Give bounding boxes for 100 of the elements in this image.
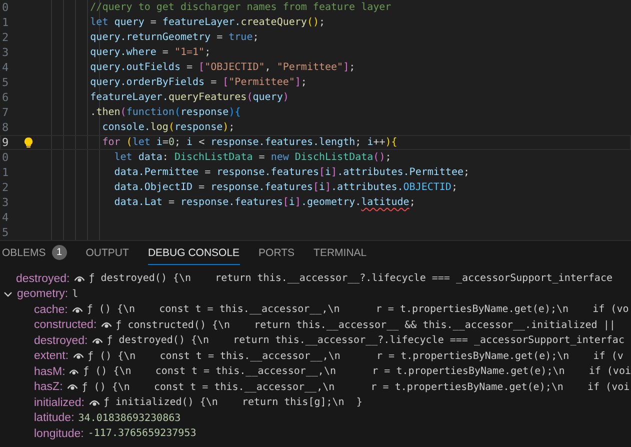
code-identifier: data.Permittee [113, 167, 199, 178]
eye-icon[interactable] [74, 274, 85, 283]
code-punctuation: ; [349, 62, 356, 73]
code-punctuation: = [167, 197, 176, 208]
code-punctuation: = [204, 167, 212, 178]
eye-icon[interactable] [92, 336, 103, 345]
line-number: 3 [2, 196, 10, 209]
code-identifier: query.orderByFields [89, 77, 205, 88]
line-number: 2 [2, 181, 10, 194]
code-punctuation: = [210, 77, 218, 88]
line-number: 1 [2, 16, 10, 29]
property-value: ƒ () {\n const t = this.__accessor__,\n r = t.propertiesByName.get(e);\n if (v [88, 350, 624, 362]
property-key: cache: [34, 304, 68, 316]
code-punctuation: < [198, 137, 206, 148]
code-punctuation: = [186, 62, 194, 73]
code-function: log [150, 122, 168, 133]
panel-tab[interactable]: OUTPUT [86, 241, 129, 265]
property-value: ƒ () {\n const t = this.__accessor__,\n r = t.propertiesByName.get(e);\n if (vo [86, 304, 629, 316]
panel-tab[interactable]: TERMINAL [314, 241, 367, 265]
code-identifier: response [180, 107, 229, 118]
code-bracket: ) [282, 92, 289, 103]
eye-icon[interactable] [66, 383, 78, 392]
code-keyword: true [228, 32, 253, 43]
code-bracket: [ [318, 167, 325, 178]
code-punctuation: ; [409, 197, 416, 208]
code-number: 0 [168, 137, 174, 148]
code-punctuation: ; [174, 137, 182, 148]
code-punctuation: . [89, 107, 96, 118]
code-bracket: ] [294, 77, 301, 88]
code-identifier: .attributes. [331, 182, 404, 193]
code-identifier: query.outFields [89, 62, 180, 73]
lightbulb-icon[interactable] [24, 137, 32, 148]
code-identifier: .geometry. [300, 197, 362, 208]
code-string: "1=1" [174, 47, 205, 58]
code-punctuation: ; [464, 167, 470, 178]
code-punctuation: = [216, 32, 224, 43]
property-value: ƒ () {\n const t = this.__accessor__,\n r = t.propertiesByName.get(e);\n if (voi [82, 382, 630, 393]
code-identifier: response.features.length [210, 137, 356, 148]
code-bracket: ( [246, 92, 253, 103]
code-bracket: [ [222, 77, 229, 88]
code-identifier: data.ObjectID [113, 182, 193, 193]
code-identifier: .attributes.Permittee [337, 167, 464, 178]
code-bracket: ( [168, 122, 174, 133]
property-key: latitude: [34, 412, 74, 424]
code-punctuation: = [198, 182, 206, 193]
property-key: destroyed: [34, 334, 88, 347]
code-punctuation: ; [204, 47, 211, 58]
property-key: longitude: [34, 428, 84, 440]
code-bracket: [ [198, 62, 205, 73]
code-identifier: featureLayer. [162, 17, 241, 28]
eye-icon[interactable] [88, 398, 100, 407]
line-number: 1 [2, 166, 10, 179]
property-key: hasZ: [34, 381, 63, 394]
panel-tab[interactable]: PORTS [258, 241, 295, 265]
code-editor[interactable] [0, 0, 631, 240]
eye-icon[interactable] [72, 306, 83, 314]
code-identifier: response [174, 122, 223, 133]
line-number: 2 [2, 31, 10, 44]
eye-icon[interactable] [100, 321, 112, 330]
code-identifier: query.where [89, 47, 156, 58]
panel-tab[interactable]: DEBUG CONSOLE [148, 241, 240, 265]
code-punctuation: = [161, 47, 170, 58]
code-punctuation: ++ [373, 137, 386, 148]
code-identifier: latitude [361, 197, 410, 208]
code-bracket: ( [120, 107, 126, 118]
code-function: queryFeatures [168, 92, 247, 103]
code-identifier: i [318, 182, 325, 193]
property-key: constructed: [34, 319, 97, 332]
line-number: 5 [2, 76, 10, 89]
property-value: 34.01838693230863 [78, 412, 181, 424]
code-identifier: response.features [216, 167, 319, 178]
code-punctuation: ; [451, 182, 458, 193]
code-identifier: i [367, 137, 374, 148]
eye-icon[interactable] [69, 368, 80, 376]
code-string: "OBJECTID" [204, 62, 265, 73]
code-bracket: ){ [228, 107, 241, 118]
code-punctuation: = [162, 137, 168, 148]
code-string: "Permittee" [228, 77, 295, 88]
code-keyword: new [270, 152, 289, 163]
code-identifier: i [186, 137, 193, 148]
code-identifier: i [325, 167, 332, 178]
eye-icon[interactable] [72, 352, 84, 360]
code-identifier: i [288, 197, 295, 208]
code-identifier: query.returnGeometry [89, 32, 211, 43]
chevron-icon[interactable] [3, 289, 13, 300]
panel-tab[interactable]: OBLEMS 1 [2, 241, 67, 265]
line-number: 5 [2, 226, 10, 239]
code-bracket: ( [174, 107, 181, 118]
code-bracket: ] [331, 167, 338, 178]
property-value: l [72, 288, 78, 300]
code-keyword: let [89, 17, 108, 28]
code-identifier: i [155, 137, 162, 148]
property-value: ƒ () {\n const t = this.__accessor__,\n r = t.propertiesByName.get(e);\n if (voi [83, 366, 631, 378]
code-constant: OBJECTID [403, 182, 452, 193]
property-key: hasM: [34, 366, 66, 378]
code-type: DischListData [294, 152, 374, 163]
code-punctuation: , [264, 62, 272, 73]
code-bracket: [ [282, 197, 289, 208]
code-punctuation: ; [318, 17, 326, 28]
code-string: "Permittee" [276, 62, 344, 73]
